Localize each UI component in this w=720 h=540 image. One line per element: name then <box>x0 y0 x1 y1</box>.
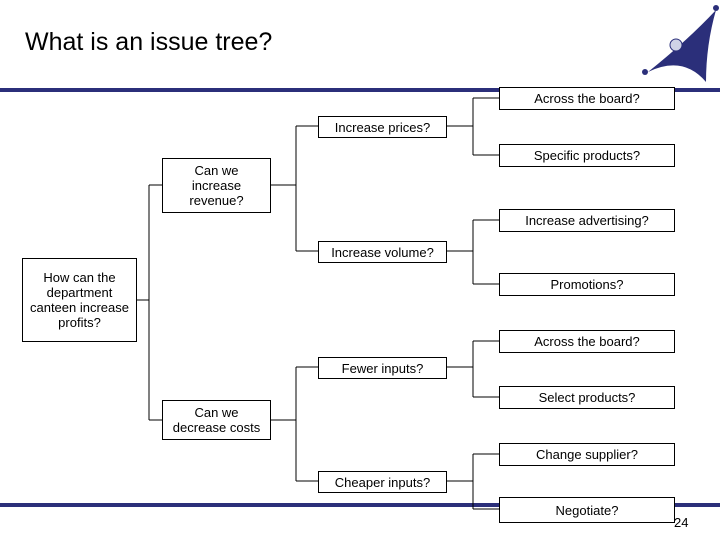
leaf-node: Specific products? <box>499 144 675 167</box>
prices-connector <box>447 97 499 156</box>
costs-node: Can we decrease costs <box>162 400 271 440</box>
root-question: How can the department canteen increase … <box>22 258 137 342</box>
leaf-node: Increase advertising? <box>499 209 675 232</box>
increase-prices-node: Increase prices? <box>318 116 447 138</box>
leaf-node: Select products? <box>499 386 675 409</box>
leaf-node: Promotions? <box>499 273 675 296</box>
fewer-inputs-connector <box>447 340 499 398</box>
slide: What is an issue tree? How can the depar… <box>0 0 720 540</box>
fewer-inputs-node: Fewer inputs? <box>318 357 447 379</box>
leaf-node: Across the board? <box>499 330 675 353</box>
root-connector <box>137 184 162 421</box>
page-number: 24 <box>674 515 689 530</box>
cheaper-inputs-connector <box>447 453 499 510</box>
cheaper-inputs-node: Cheaper inputs? <box>318 471 447 493</box>
revenue-node: Can we increase revenue? <box>162 158 271 213</box>
volume-connector <box>447 219 499 285</box>
leaf-node: Across the board? <box>499 87 675 110</box>
revenue-connector <box>271 125 318 252</box>
increase-volume-node: Increase volume? <box>318 241 447 263</box>
leaf-node: Change supplier? <box>499 443 675 466</box>
costs-connector <box>271 366 318 482</box>
leaf-node: Negotiate? <box>499 497 675 523</box>
